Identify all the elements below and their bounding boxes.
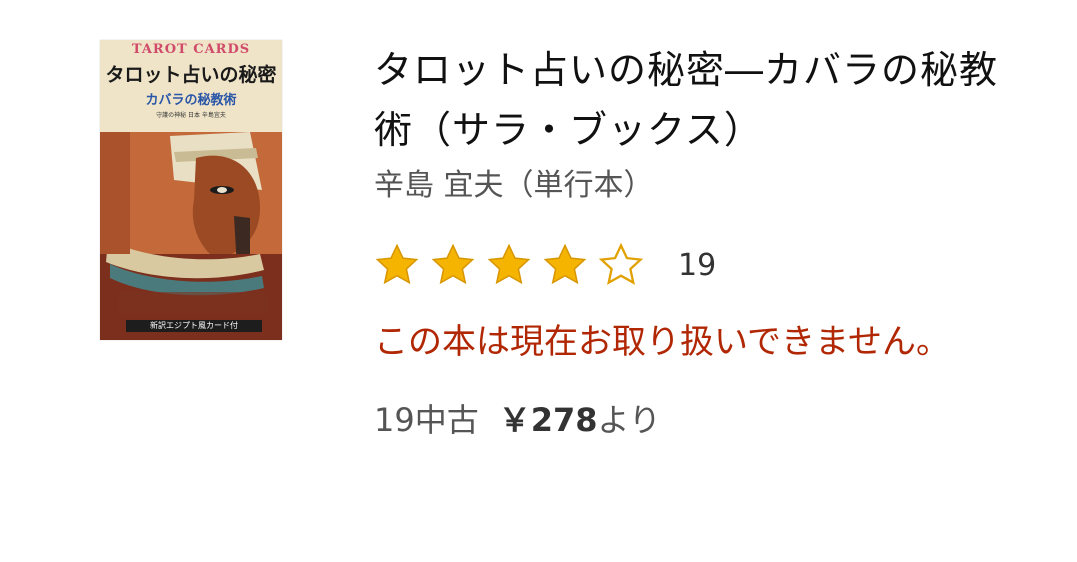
star-filled-icon (375, 243, 419, 285)
star-filled-icon (431, 243, 475, 285)
star-rating[interactable] (374, 242, 654, 288)
star-filled-icon (487, 243, 531, 285)
cover-subtitle: カバラの秘教術 (145, 93, 237, 108)
product-author[interactable]: 辛島 宜夫（単行本） (374, 164, 1034, 208)
star-empty-icon (598, 242, 644, 285)
product-info: タロット占いの秘密―カバラの秘教術（サラ・ブックス） 辛島 宜夫（単行本） 19… (374, 40, 1034, 440)
availability-message: この本は現在お取り扱いできません。 (374, 322, 950, 362)
rating-count[interactable]: 19 (678, 248, 716, 283)
cover-band: 新訳エジプト風カード付 (126, 320, 262, 332)
rating-row[interactable]: 19 (374, 240, 1034, 290)
used-offer[interactable]: 19中古 ￥278より (374, 400, 1034, 440)
star-filled-icon (543, 243, 587, 285)
cover-top-text: TAROT CARDS (131, 42, 251, 57)
used-count: 19中古 (374, 401, 479, 439)
product-card[interactable]: TAROT CARDS タロット占いの秘密 カバラの秘教術 守護の神秘 日本 辛… (0, 0, 1077, 562)
offer-price: ￥278 (498, 401, 598, 439)
cover-title: タロット占いの秘密 (105, 64, 277, 86)
product-title[interactable]: タロット占いの秘密―カバラの秘教術（サラ・ブックス） (374, 40, 1034, 160)
cover-small-text: 守護の神秘 日本 辛島宜夫 (156, 112, 226, 119)
offer-suffix: より (597, 401, 661, 439)
book-cover-image[interactable]: TAROT CARDS タロット占いの秘密 カバラの秘教術 守護の神秘 日本 辛… (100, 40, 282, 340)
